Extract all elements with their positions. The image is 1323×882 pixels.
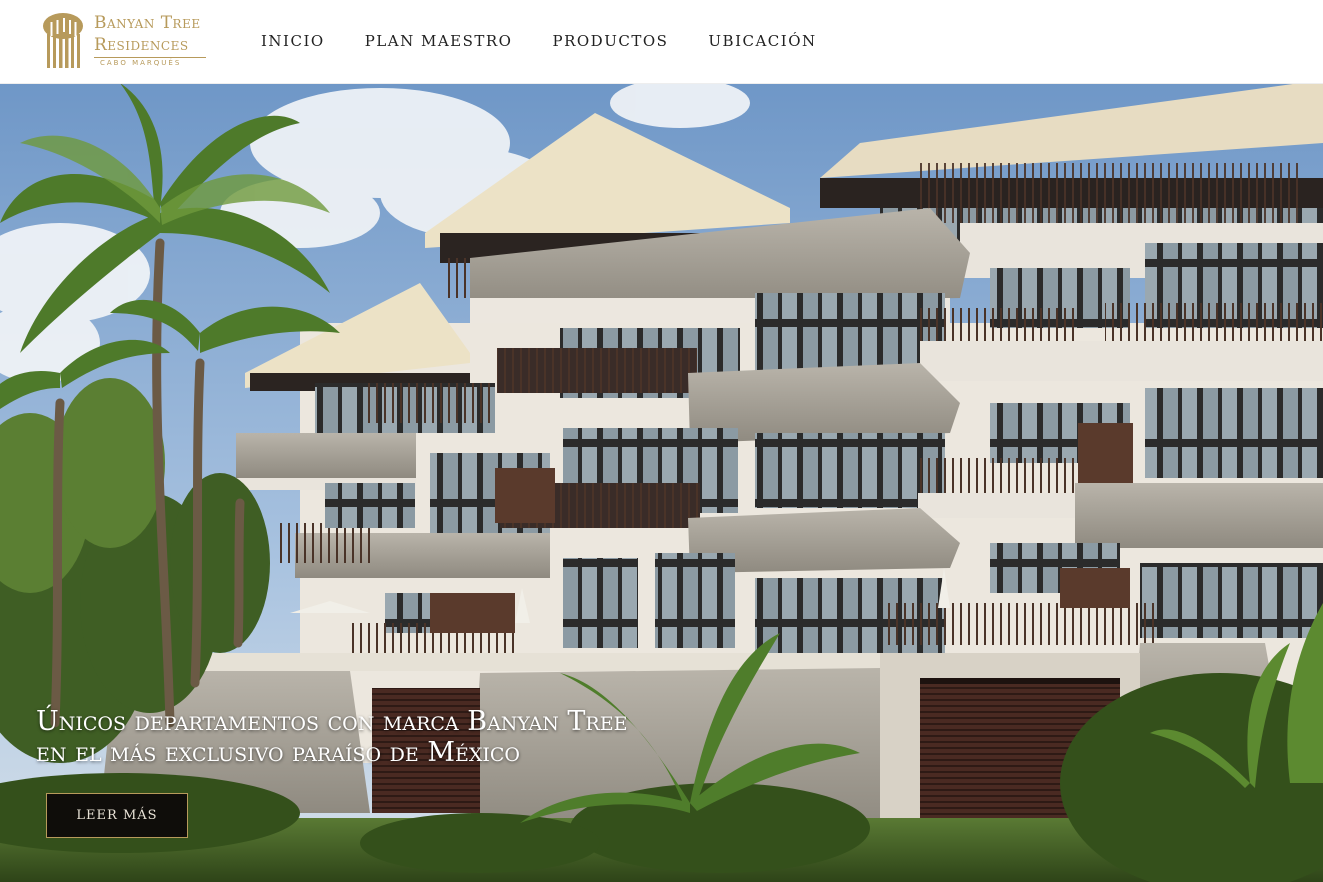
- nav-item-productos[interactable]: PRODUCTOS: [552, 32, 668, 50]
- brand-line2: Residences: [94, 35, 189, 55]
- hero-headline-line1: Únicos departamentos con marca Banyan Tr…: [36, 706, 628, 737]
- nav-item-ubicacion[interactable]: UBICACIÓN: [708, 32, 816, 50]
- hero-headline-line2: en el más exclusivo paraíso de México: [36, 737, 520, 768]
- site-header: Banyan Tree Residences CABO MARQUÉS INIC…: [0, 0, 1323, 84]
- main-nav: INICIO PLAN MAESTRO PRODUCTOS UBICACIÓN: [261, 32, 857, 50]
- nav-item-plan-maestro[interactable]: PLAN MAESTRO: [365, 32, 513, 50]
- brand-subline: CABO MARQUÉS: [100, 59, 182, 67]
- nav-item-inicio[interactable]: INICIO: [261, 32, 325, 50]
- brand-logo[interactable]: Banyan Tree Residences CABO MARQUÉS: [40, 12, 210, 72]
- brand-wordmark: Banyan Tree Residences: [94, 12, 214, 56]
- hero-headline: Únicos departamentos con marca Banyan Tr…: [36, 706, 627, 768]
- banyan-tree-logo-icon: [43, 13, 83, 68]
- read-more-button[interactable]: LEER MÁS: [46, 793, 188, 838]
- brand-divider: [94, 57, 206, 58]
- brand-line1: Banyan Tree: [94, 13, 201, 33]
